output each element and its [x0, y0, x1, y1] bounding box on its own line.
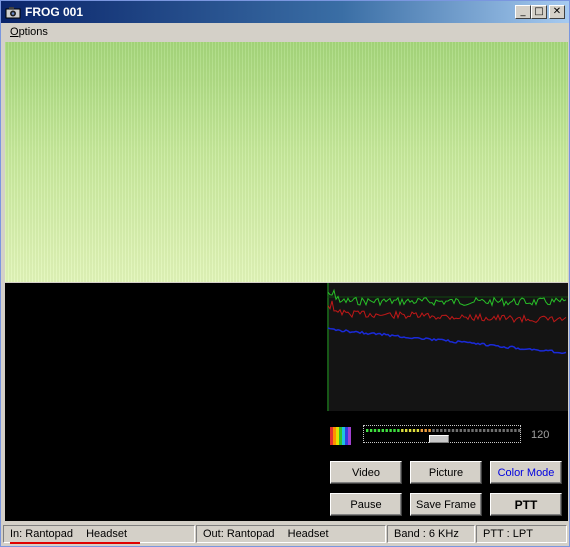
menu-bar: Options [1, 23, 569, 41]
ptt-button[interactable]: PTT [490, 493, 562, 516]
window-title: FROG 001 [25, 5, 84, 19]
status-input-panel: In: Rantopad Headset [3, 525, 195, 544]
status-ptt: PTT : LPT [483, 528, 533, 540]
spectrum-green-trace [327, 288, 567, 308]
spectrum-blue-trace [327, 327, 567, 355]
status-input-label: In: Rantopad [10, 528, 73, 540]
level-meter [366, 429, 521, 432]
picture-button[interactable]: Picture [410, 461, 482, 484]
title-bar[interactable]: FROG 001 _ □ ✕ [1, 1, 569, 23]
status-input-underline [10, 542, 140, 544]
color-mode-button[interactable]: Color Mode [490, 461, 562, 484]
app-window: FROG 001 _ □ ✕ Options 120 Video Picture [0, 0, 570, 547]
color-palette-icon[interactable] [330, 427, 352, 445]
preview-pane [5, 283, 568, 521]
status-bar: In: Rantopad Headset Out: Rantopad Heads… [1, 523, 569, 546]
spectrogram-display [5, 42, 568, 282]
menu-options-label: ptions [18, 26, 48, 38]
level-slider-thumb[interactable] [429, 435, 449, 443]
status-output-panel: Out: Rantopad Headset [196, 525, 386, 543]
status-output-device: Headset [287, 528, 329, 540]
status-ptt-panel: PTT : LPT [476, 525, 567, 543]
maximize-button[interactable]: □ [531, 5, 547, 19]
status-input-device: Headset [86, 528, 128, 540]
status-output-label: Out: Rantopad [203, 528, 275, 540]
spectrum-red-trace [327, 300, 567, 324]
video-button[interactable]: Video [330, 461, 402, 484]
menu-options-mnemonic: O [10, 26, 19, 38]
close-button[interactable]: ✕ [549, 5, 565, 19]
status-band: Band : 6 KHz [394, 528, 459, 540]
spectrum-graph [327, 283, 568, 411]
level-value: 120 [531, 429, 550, 441]
save-frame-button[interactable]: Save Frame [410, 493, 482, 516]
pause-button[interactable]: Pause [330, 493, 402, 516]
status-band-panel: Band : 6 KHz [387, 525, 475, 543]
camera-icon [5, 7, 21, 19]
audio-level-slider[interactable] [363, 425, 521, 443]
minimize-button[interactable]: _ [515, 5, 531, 19]
menu-options[interactable]: Options [10, 26, 48, 38]
